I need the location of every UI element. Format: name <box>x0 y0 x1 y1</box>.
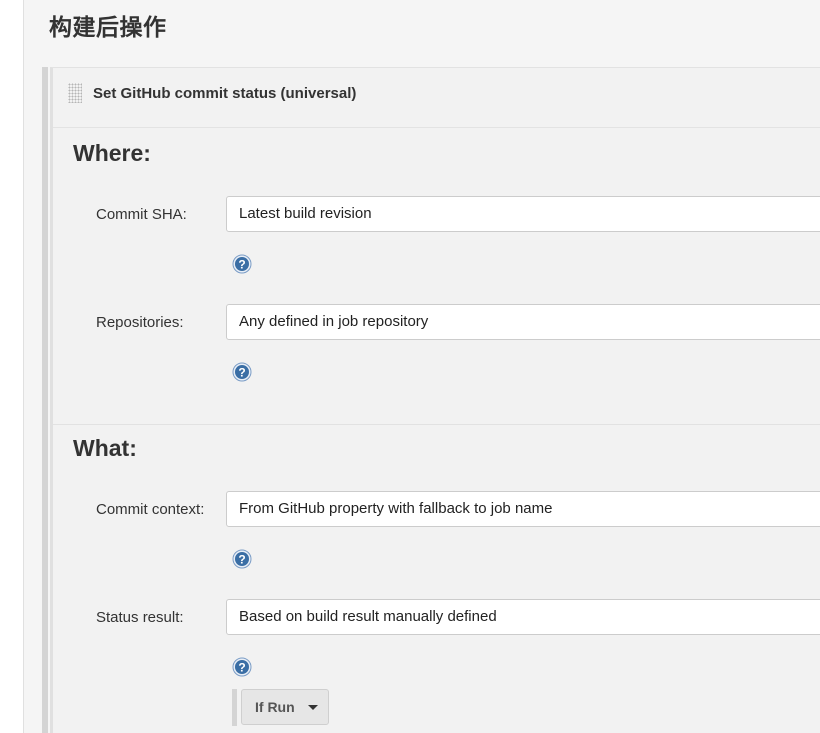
if-run-label: If Run <box>255 699 295 715</box>
svg-text:?: ? <box>238 258 245 272</box>
status-result-help-icon[interactable]: ? <box>232 657 252 677</box>
commit-context-select[interactable]: From GitHub property with fallback to jo… <box>226 491 820 527</box>
caret-down-icon <box>308 705 318 710</box>
where-heading: Where: <box>73 140 151 166</box>
commit-sha-help-icon[interactable]: ? <box>232 254 252 274</box>
svg-text:?: ? <box>238 661 245 675</box>
drag-handle-icon[interactable] <box>68 83 82 103</box>
status-result-select[interactable]: Based on build result manually defined <box>226 599 820 635</box>
status-result-label: Status result: <box>96 609 184 626</box>
repositories-select[interactable]: Any defined in job repository <box>226 304 820 340</box>
group-divider <box>53 424 820 425</box>
if-run-indent-bar <box>232 689 237 726</box>
post-build-actions-title: 构建后操作 <box>49 14 167 40</box>
jenkins-config-page: 构建后操作 Set GitHub commit status (universa… <box>0 0 820 733</box>
svg-text:?: ? <box>238 553 245 567</box>
build-step-title: Set GitHub commit status (universal) <box>93 85 357 102</box>
svg-text:?: ? <box>238 366 245 380</box>
commit-sha-select[interactable]: Latest build revision <box>226 196 820 232</box>
if-run-dropdown-button[interactable]: If Run <box>241 689 329 725</box>
commit-context-label: Commit context: <box>96 501 205 518</box>
repositories-label: Repositories: <box>96 314 184 331</box>
commit-context-help-icon[interactable]: ? <box>232 549 252 569</box>
what-heading: What: <box>73 435 137 461</box>
repositories-help-icon[interactable]: ? <box>232 362 252 382</box>
commit-sha-label: Commit SHA: <box>96 206 187 223</box>
